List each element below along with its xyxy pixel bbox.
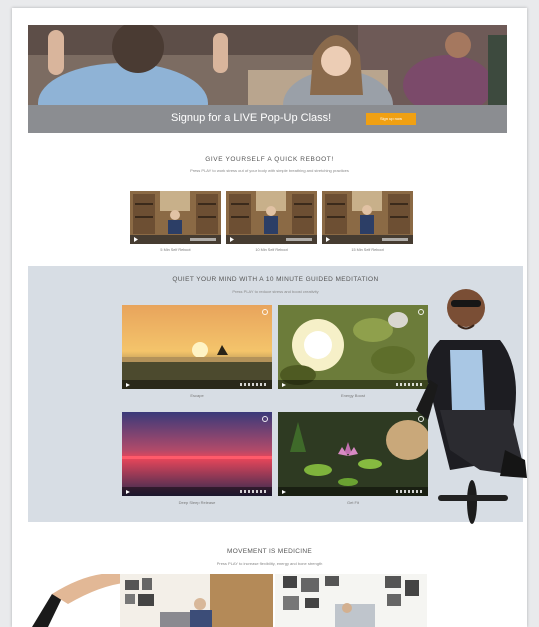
meditation-video-sleep[interactable] (122, 412, 272, 496)
reboot-caption-3: 15 Min Self Reboot (351, 248, 384, 252)
movement-video-2[interactable] (275, 574, 427, 627)
meditation-video-escape[interactable] (122, 305, 272, 389)
reboot-video-2[interactable] (226, 191, 317, 244)
movement-subtitle: Press PLAY to increase flexibility, ener… (216, 561, 323, 566)
hero-photo (28, 25, 507, 105)
signup-button[interactable]: Sign up now (366, 113, 416, 125)
reboot-caption-2: 10 Min Self Reboot (255, 248, 288, 252)
meditation-caption-1: Escape (190, 393, 204, 398)
reboot-caption-1: 5 Min Self Reboot (160, 248, 191, 252)
page: Signup for a LIVE Pop-Up Class! Sign up … (12, 8, 527, 627)
signup-text: Signup for a LIVE Pop-Up Class! (171, 112, 332, 124)
meditation-caption-2: Energy Boost (340, 393, 365, 398)
meditation-video-fit[interactable] (278, 412, 428, 496)
meditation-caption-4: Get Fit (346, 500, 359, 505)
reboot-title: GIVE YOURSELF A QUICK REBOOT! (205, 156, 334, 163)
dusk-thumbnail (122, 412, 272, 496)
reboot-video-3[interactable] (322, 191, 413, 244)
reboot-video-1[interactable] (130, 191, 221, 244)
leaves-thumbnail (278, 305, 428, 389)
stretching-arms-photo (32, 574, 132, 627)
lotus-thumbnail (278, 412, 428, 496)
meditation-video-energy[interactable] (278, 305, 428, 389)
movement-title: MOVEMENT IS MEDICINE (227, 548, 312, 555)
movement-video-1[interactable] (120, 574, 273, 627)
meditation-caption-3: Deep Sleep Release (178, 500, 216, 505)
hero-banner: Signup for a LIVE Pop-Up Class! Sign up … (28, 25, 507, 133)
reboot-subtitle: Press PLAY to work stress out of your bo… (190, 168, 349, 173)
sunset-thumbnail (122, 305, 272, 389)
man-in-chair-photo (416, 289, 527, 524)
signup-bar: Signup for a LIVE Pop-Up Class! Sign up … (28, 105, 507, 133)
settings-icon[interactable] (262, 416, 268, 422)
settings-icon[interactable] (262, 309, 268, 315)
